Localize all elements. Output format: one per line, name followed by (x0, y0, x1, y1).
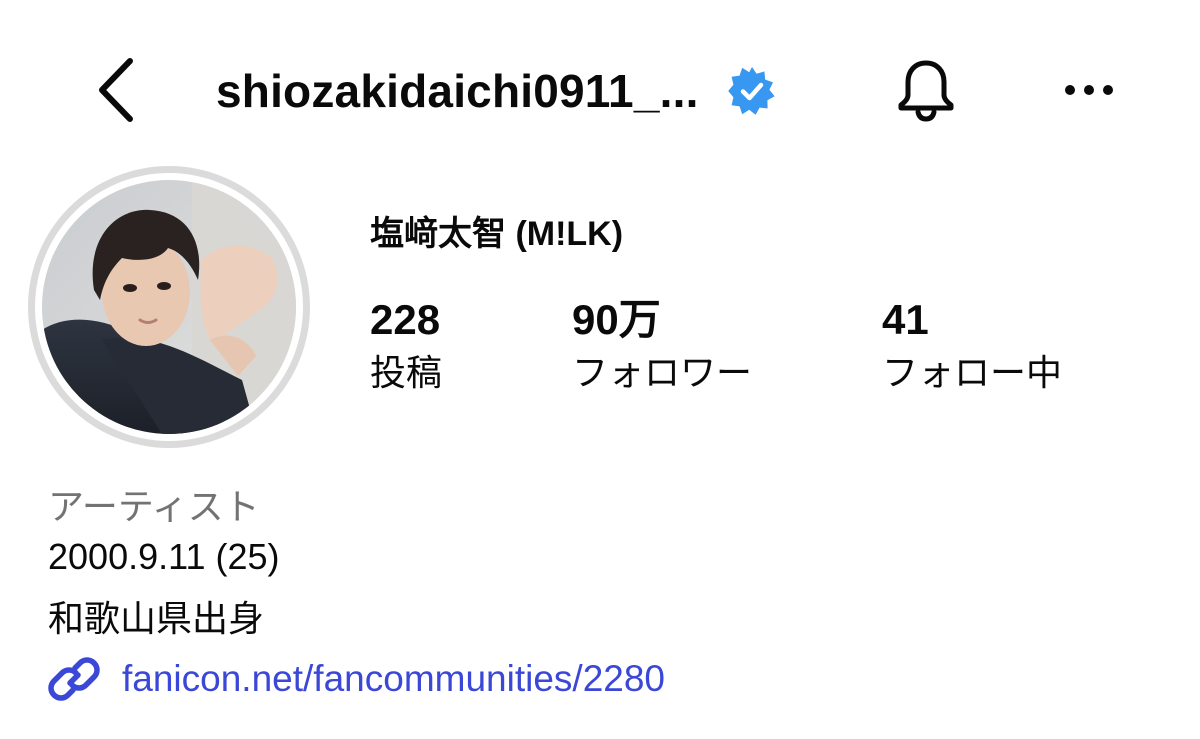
following-label: フォロー中 (882, 352, 1063, 393)
bell-icon (898, 60, 954, 122)
notifications-button[interactable] (888, 52, 964, 128)
bio-category: アーティスト (48, 486, 260, 527)
chevron-left-icon (99, 58, 133, 122)
back-button[interactable] (88, 52, 144, 128)
username-row: shiozakidaichi0911_... (216, 56, 777, 126)
verified-badge-icon (727, 66, 777, 116)
bio-birthday: 2000.9.11 (25) (48, 536, 280, 577)
bio-hometown: 和歌山県出身 (48, 598, 265, 639)
posts-count: 228 (370, 296, 441, 343)
following-count: 41 (882, 296, 929, 343)
followers-label: フォロワー (572, 352, 753, 393)
posts-label: 投稿 (370, 352, 443, 393)
link-icon (48, 653, 100, 705)
profile-photo (42, 180, 296, 434)
posts-stat[interactable]: 228 投稿 (370, 296, 442, 398)
more-horizontal-icon (1065, 85, 1113, 95)
display-name: 塩﨑太智 (M!LK) (370, 215, 624, 253)
more-options-button[interactable] (1054, 60, 1124, 120)
avatar[interactable] (28, 166, 310, 448)
profile-header: shiozakidaichi0911_... (0, 0, 1200, 180)
avatar-border (35, 173, 303, 441)
followers-count: 90万 (572, 296, 661, 343)
bio-link[interactable]: fanicon.net/fancommunities/2280 (48, 648, 665, 710)
username: shiozakidaichi0911_... (216, 65, 699, 117)
followers-stat[interactable]: 90万 フォロワー (572, 296, 752, 398)
bio-link-text: fanicon.net/fancommunities/2280 (122, 658, 666, 699)
following-stat[interactable]: 41 フォロー中 (882, 296, 1062, 398)
